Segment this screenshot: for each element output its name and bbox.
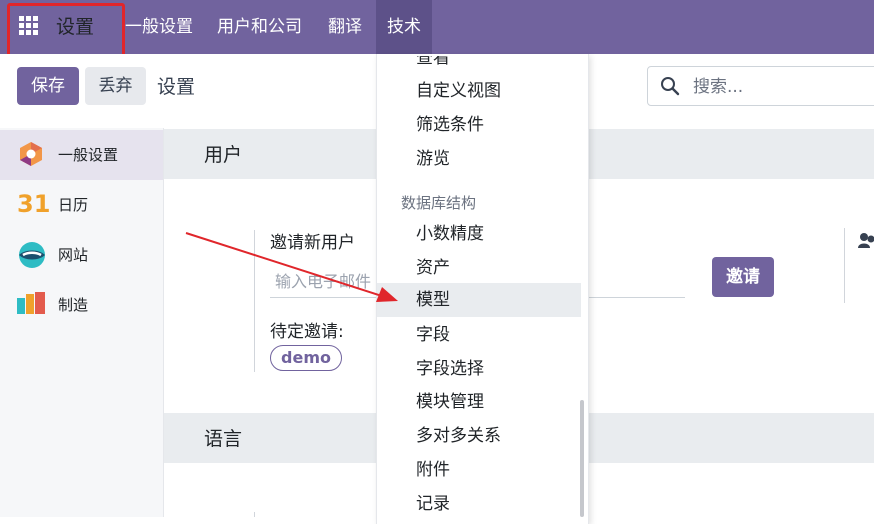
annotation-arrow	[0, 0, 874, 517]
